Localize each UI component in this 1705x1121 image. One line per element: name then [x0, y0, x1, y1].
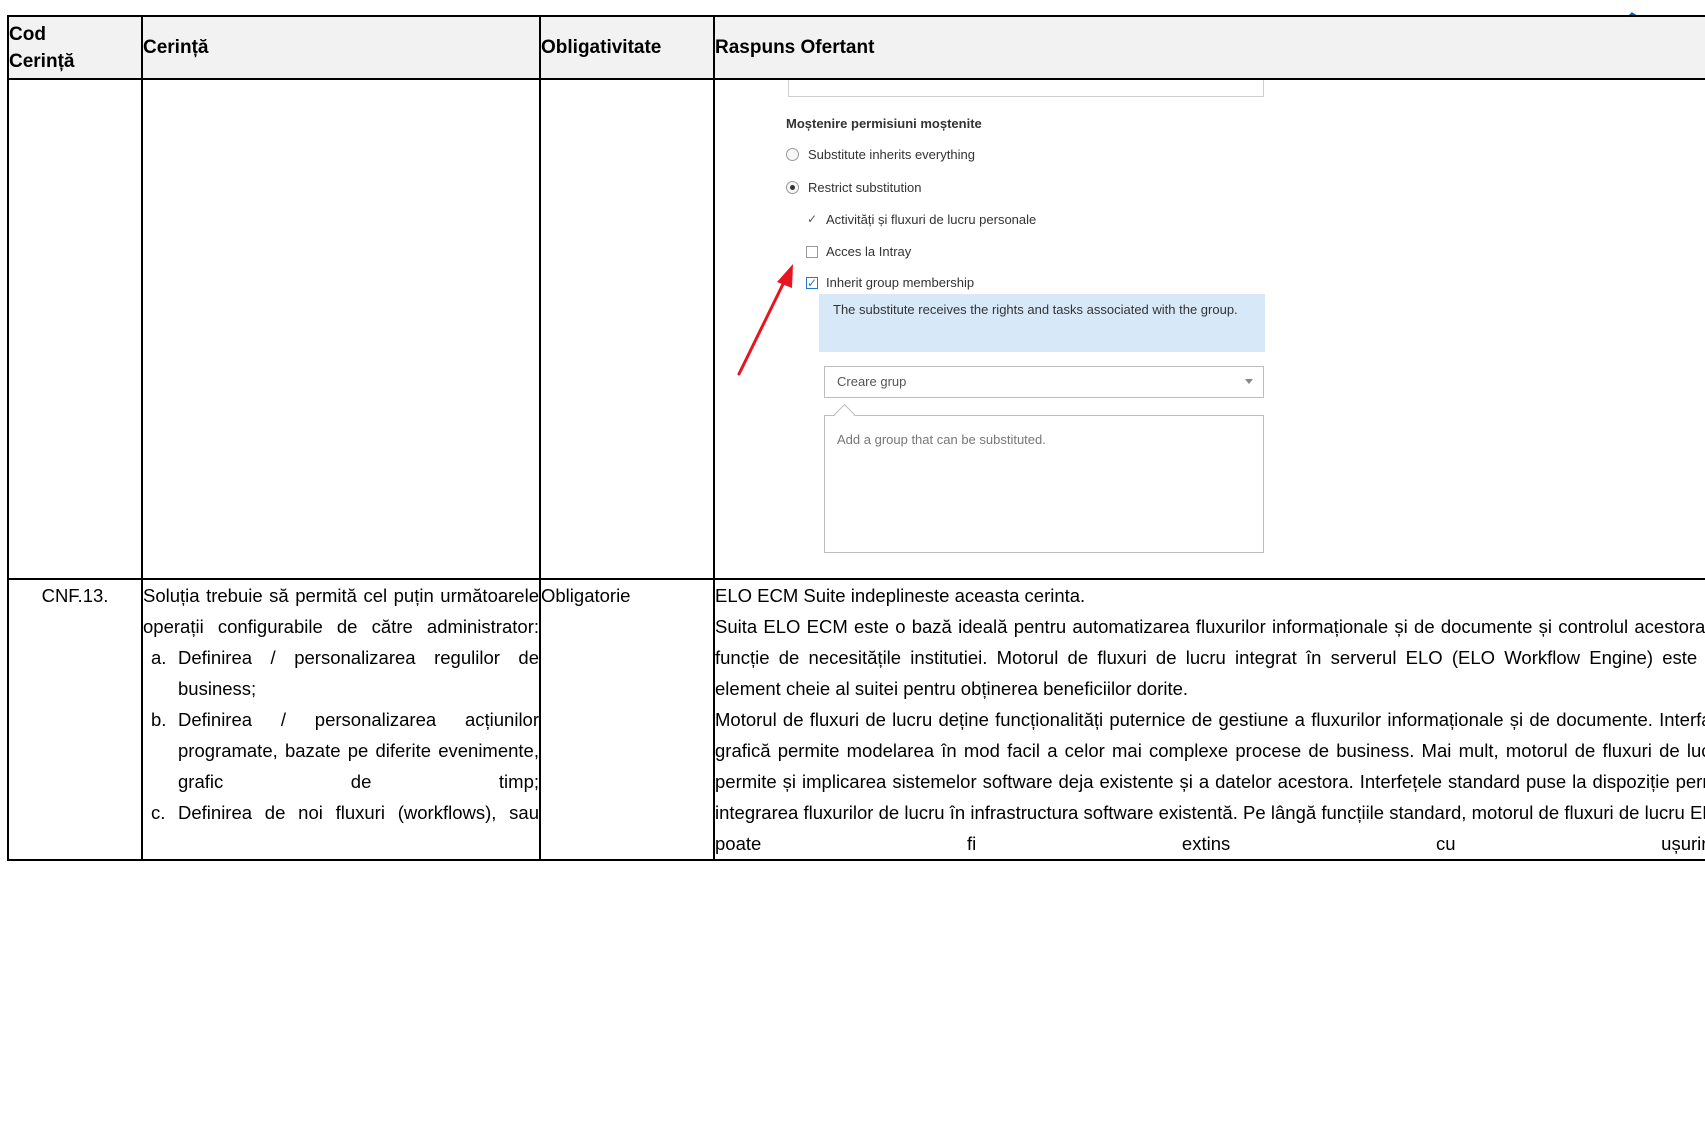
check-intray[interactable]: Acces la Intray: [806, 244, 911, 259]
screenshot-cell: Moștenire permisiuni moștenite Substitut…: [713, 78, 1705, 580]
checkmark-icon[interactable]: ✓: [806, 213, 818, 226]
requirements-table: Cod Cerință Cerință Obligativitate Raspun…: [7, 15, 1705, 861]
header-mandatory: Obligativitate: [539, 15, 715, 80]
empty-requirement-cell: [141, 78, 541, 580]
section-title: Moștenire permisiuni moștenite: [786, 116, 982, 131]
list-marker: a.: [151, 647, 167, 668]
requirement-list: a. Definirea / personalizarea regulilor …: [143, 642, 539, 828]
list-item: b. Definirea / personalizarea acțiunilor…: [151, 704, 539, 797]
response-paragraph-3: Motorul de fluxuri de lucru deține funcț…: [715, 709, 1705, 854]
checkbox-empty-icon[interactable]: [806, 245, 818, 258]
mandatory-cell: Obligatorie: [539, 578, 715, 861]
option-inherit-everything-label: Substitute inherits everything: [808, 147, 975, 162]
group-select-value: Creare grup: [837, 374, 907, 389]
chevron-down-icon[interactable]: [1245, 379, 1253, 384]
requirement-intro: Soluția trebuie să permită cel puțin urm…: [143, 585, 539, 637]
option-inherit-everything[interactable]: Substitute inherits everything: [786, 147, 975, 162]
check-activities-label: Activități și fluxuri de lucru personale: [826, 212, 1037, 227]
list-item: a. Definirea / personalizarea regulilor …: [151, 642, 539, 704]
option-restrict-label: Restrict substitution: [808, 180, 922, 195]
radio-restrict-icon[interactable]: [786, 181, 799, 194]
info-box: The substitute receives the rights and t…: [819, 294, 1265, 352]
previous-field-edge: [788, 80, 1264, 97]
red-arrow-icon: [737, 264, 793, 376]
embedded-screenshot: Moștenire permisiuni moștenite Substitut…: [715, 80, 1705, 576]
empty-code-cell: [7, 78, 143, 580]
requirement-row: CNF.13. Soluția trebuie să permită cel p…: [7, 578, 1705, 861]
list-item: c. Definirea de noi fluxuri (workflows),…: [151, 797, 539, 828]
check-intray-label: Acces la Intray: [826, 244, 912, 259]
header-code-line2: Cerință: [9, 50, 75, 72]
screenshot-row: Moștenire permisiuni moștenite Substitut…: [7, 78, 1705, 580]
table-header-row: Cod Cerință Cerință Obligativitate Raspun…: [7, 15, 1705, 80]
group-textarea[interactable]: Add a group that can be substituted.: [824, 415, 1264, 553]
header-response: Raspuns Ofertant: [713, 15, 1705, 80]
option-restrict[interactable]: Restrict substitution: [786, 180, 921, 195]
list-item-text: Definirea / personalizarea regulilor de …: [178, 647, 539, 699]
group-select[interactable]: Creare grup: [824, 366, 1264, 398]
header-requirement: Cerință: [141, 15, 541, 80]
list-item-text: Definirea de noi fluxuri (workflows), sa…: [178, 802, 539, 823]
check-activities[interactable]: ✓ Activități și fluxuri de lucru persona…: [806, 212, 1036, 227]
header-code-line1: Cod: [9, 23, 46, 45]
list-item-text: Definirea / personalizarea acțiunilor pr…: [178, 709, 539, 792]
empty-mandatory-cell: [539, 78, 715, 580]
response-cell: ELO ECM Suite indeplineste aceasta cerin…: [713, 578, 1705, 861]
requirement-text-cell: Soluția trebuie să permită cel puțin urm…: [141, 578, 541, 861]
requirement-code: CNF.13.: [7, 578, 143, 861]
header-code: Cod Cerință: [7, 15, 143, 80]
response-paragraph-2: Suita ELO ECM este o bază ideală pentru …: [715, 616, 1705, 699]
checkbox-checked-icon[interactable]: ✓: [806, 276, 818, 289]
check-group[interactable]: ✓ Inherit group membership: [806, 275, 974, 290]
list-marker: c.: [151, 802, 166, 823]
list-marker: b.: [151, 709, 167, 730]
radio-inherit-everything-icon[interactable]: [786, 148, 799, 161]
check-group-label: Inherit group membership: [826, 275, 975, 290]
response-paragraph-1: ELO ECM Suite indeplineste aceasta cerin…: [715, 585, 1086, 606]
